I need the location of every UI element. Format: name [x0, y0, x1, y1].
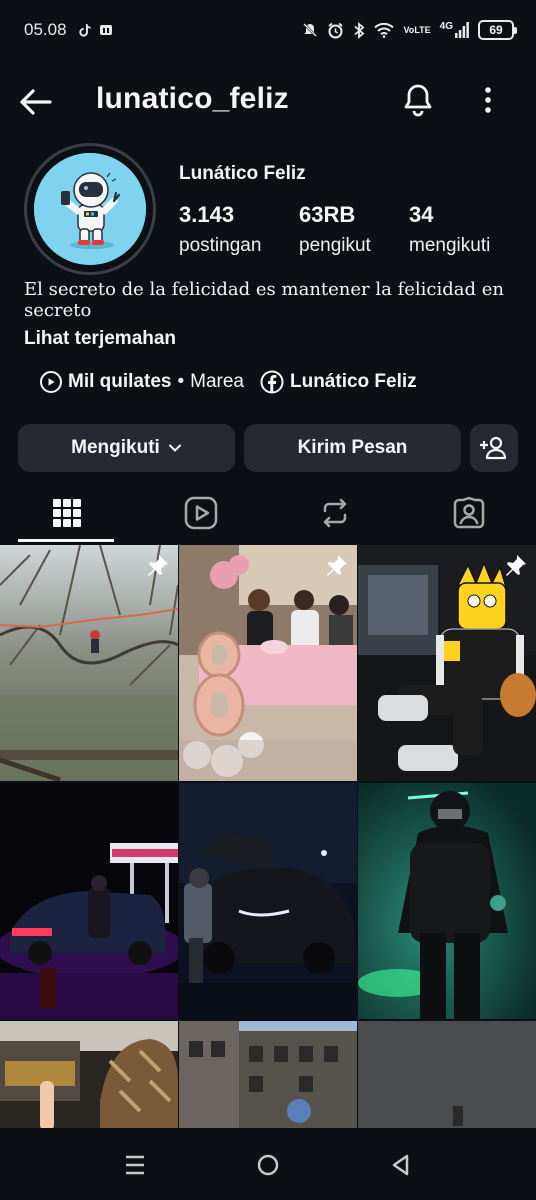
mute-bell-icon [302, 22, 318, 38]
more-options-icon[interactable] [470, 80, 506, 120]
tab-reels[interactable] [134, 484, 268, 542]
post-thumbnail-8[interactable] [179, 1021, 357, 1128]
posts-grid [0, 545, 536, 1128]
post-thumbnail-3[interactable] [358, 545, 536, 781]
status-bar: 05.08 Vo LTE 4G 69 [0, 0, 536, 60]
tagged-icon [452, 496, 486, 530]
send-message-button[interactable]: Kirim Pesan [244, 424, 461, 472]
battery-indicator: 69 [478, 20, 517, 40]
app-notification-icon [99, 23, 113, 37]
avatar[interactable] [24, 143, 156, 275]
facebook-link[interactable]: Lunático Feliz [260, 370, 417, 394]
stat-followers[interactable]: 63RB pengikut [299, 202, 371, 257]
stat-followers-label: pengikut [299, 235, 371, 256]
grid-icon [52, 498, 82, 528]
tab-tagged[interactable] [402, 484, 536, 542]
post-thumbnail-9[interactable] [358, 1021, 536, 1128]
alarm-icon [327, 22, 344, 39]
stat-following[interactable]: 34 mengikuti [409, 202, 490, 257]
stat-following-value: 34 [409, 202, 434, 227]
back-triangle-icon[interactable] [386, 1150, 416, 1180]
music-separator: • [177, 371, 185, 392]
add-person-icon [480, 435, 508, 461]
reposts-icon [319, 497, 351, 529]
post-thumbnail-2[interactable] [179, 545, 357, 781]
recent-apps-icon[interactable] [120, 1150, 150, 1180]
chevron-down-icon [168, 443, 182, 453]
post-thumbnail-5[interactable] [179, 783, 357, 1019]
system-navigation-bar [0, 1128, 536, 1200]
astronaut-avatar-image [34, 153, 146, 265]
play-icon [40, 371, 62, 393]
post-thumbnail-4[interactable] [0, 783, 178, 1019]
see-translation-link[interactable]: Lihat terjemahan [24, 328, 176, 350]
music-link[interactable]: Mil quilates • Marea [40, 371, 244, 393]
reels-icon [184, 496, 218, 530]
active-tab-indicator [18, 539, 114, 542]
tab-reposts[interactable] [268, 484, 402, 542]
pinned-icon [144, 553, 170, 579]
facebook-link-label: Lunático Feliz [289, 371, 417, 392]
wifi-icon [374, 22, 395, 38]
tiktok-icon [78, 23, 91, 37]
music-artist: Marea [190, 371, 244, 392]
page-title-username: lunatico_feliz [96, 82, 289, 115]
pinned-icon [502, 553, 528, 579]
post-thumbnail-6[interactable] [358, 783, 536, 1019]
music-title: Mil quilates [68, 371, 172, 392]
volte-icon: Vo LTE [403, 24, 431, 35]
back-arrow-icon[interactable] [16, 82, 56, 122]
following-button[interactable]: Mengikuti [18, 424, 235, 472]
notification-bell-icon[interactable] [398, 80, 438, 120]
stat-posts-value: 3.143 [179, 202, 235, 227]
profile-tabs [0, 484, 536, 542]
profile-bio: El secreto de la felicidad es mantener l… [24, 279, 504, 321]
send-message-label: Kirim Pesan [297, 437, 408, 458]
stat-posts[interactable]: 3.143 postingan [179, 202, 261, 257]
post-thumbnail-7[interactable] [0, 1021, 178, 1128]
following-button-label: Mengikuti [71, 437, 160, 458]
facebook-icon [260, 370, 284, 394]
post-thumbnail-1[interactable] [0, 545, 178, 781]
stat-posts-label: postingan [179, 235, 262, 256]
profile-header: lunatico_feliz [0, 66, 536, 138]
pinned-icon [323, 553, 349, 579]
bluetooth-icon [353, 21, 365, 39]
cell-signal-icon: 4G [440, 21, 469, 38]
tab-grid[interactable] [0, 484, 134, 542]
home-icon[interactable] [253, 1150, 283, 1180]
stat-followers-value: 63RB [299, 202, 356, 227]
suggested-users-button[interactable] [470, 424, 518, 472]
display-name: Lunático Feliz [179, 163, 306, 184]
profile-links: Mil quilates • Marea Lunático Feliz [40, 368, 417, 396]
status-time: 05.08 [24, 20, 67, 39]
stat-following-label: mengikuti [409, 235, 491, 256]
